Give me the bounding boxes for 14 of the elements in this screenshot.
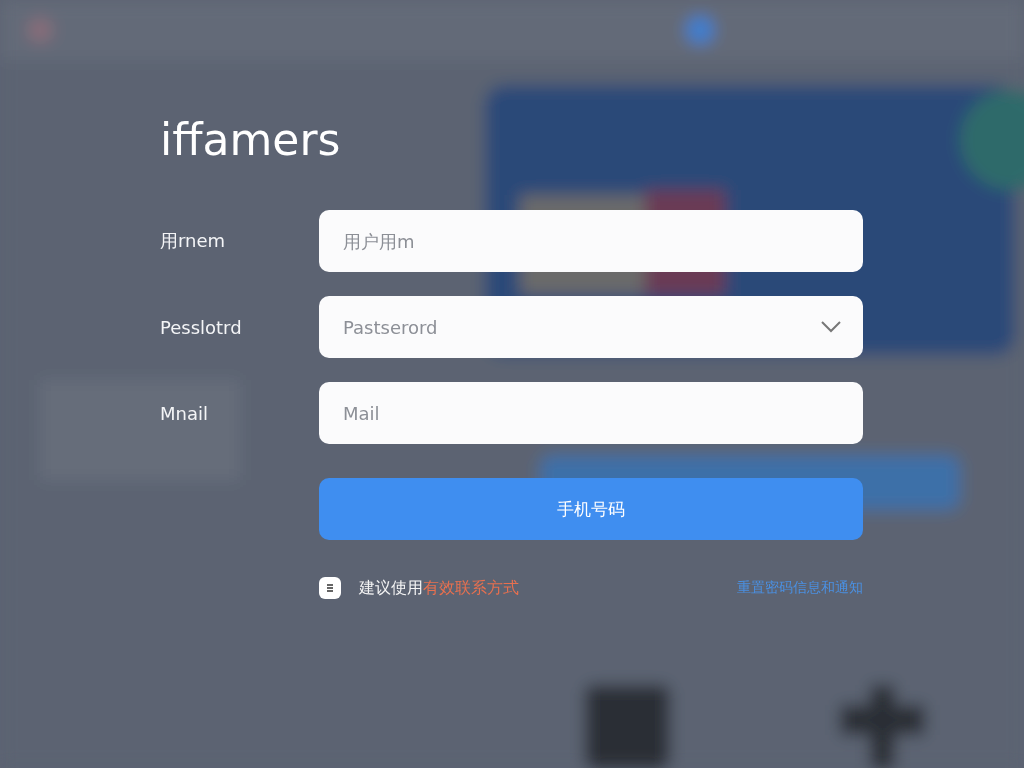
chevron-down-icon xyxy=(821,321,841,333)
notice-link[interactable]: 重置密码信息和通知 xyxy=(737,579,863,597)
input-field[interactable]: Mail xyxy=(319,382,863,444)
field-label: 用rnem xyxy=(160,229,227,253)
lines-icon xyxy=(325,583,335,593)
select-field[interactable]: Pastserord xyxy=(319,296,863,358)
field-label: Mnail xyxy=(160,402,209,424)
contact-link[interactable]: 有效联系方式 xyxy=(423,577,519,599)
app-title: iffamers xyxy=(160,113,342,167)
checkbox[interactable] xyxy=(319,577,341,599)
submit-button[interactable]: 手机号码 xyxy=(319,478,863,540)
consent-text: 建议使用 xyxy=(359,577,423,599)
input-field[interactable]: 用户用m xyxy=(319,210,863,272)
field-label: Pesslotrd xyxy=(160,316,243,338)
